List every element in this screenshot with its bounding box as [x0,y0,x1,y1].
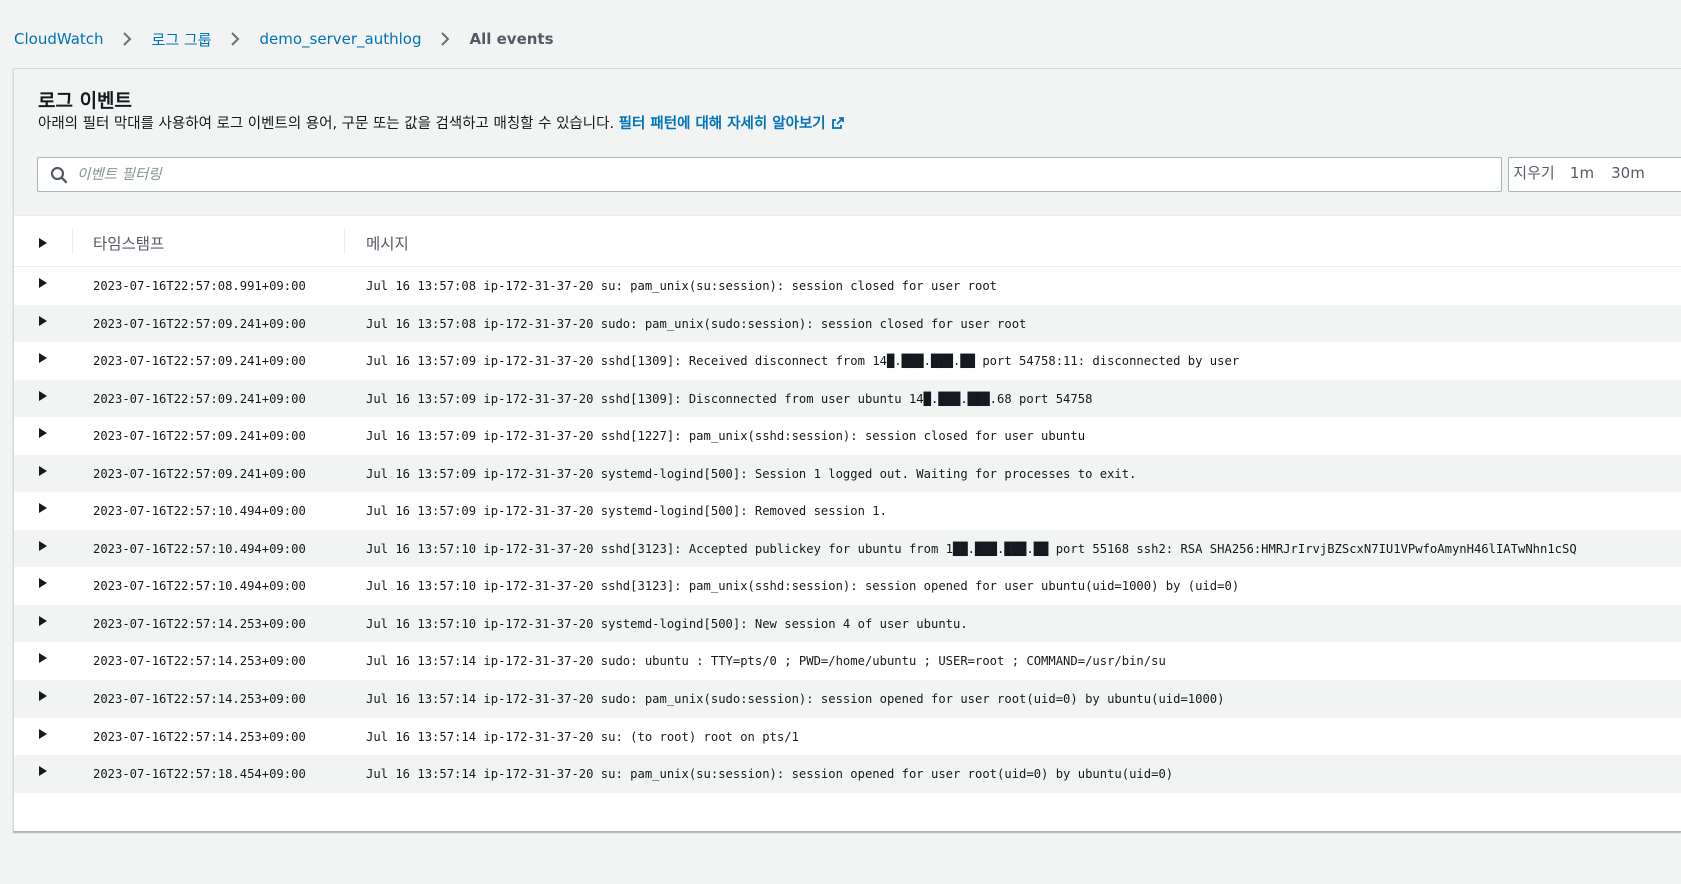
table-row[interactable]: 2023-07-16T22:57:09.241+09:00 Jul 16 13:5… [14,417,1681,455]
panel-description: 아래의 필터 막대를 사용하여 로그 이벤트의 용어, 구문 또는 값을 검색하… [38,112,845,134]
help-link-label: 필터 패턴에 대해 자세히 알아보기 [618,116,826,132]
table-row[interactable]: 2023-07-16T22:57:14.253+09:00 Jul 16 13:5… [14,642,1681,680]
event-message: Jul 16 13:57:10 ip-172-31-37-20 sshd[312… [366,541,1577,556]
event-message: Jul 16 13:57:14 ip-172-31-37-20 sudo: ub… [366,654,1166,669]
event-message: Jul 16 13:57:14 ip-172-31-37-20 su: (to … [366,729,799,744]
expand-row-caret-icon[interactable] [38,765,48,777]
expand-row-caret-icon[interactable] [38,652,48,664]
event-message: Jul 16 13:57:09 ip-172-31-37-20 sshd[130… [366,391,1093,406]
table-row[interactable]: 2023-07-16T22:57:09.241+09:00 Jul 16 13:5… [14,342,1681,380]
table-row[interactable]: 2023-07-16T22:57:14.253+09:00 Jul 16 13:5… [14,604,1681,643]
time-range-selector: 지우기 1m 30m [1508,157,1681,192]
event-message: Jul 16 13:57:08 ip-172-31-37-20 su: pam_… [366,279,998,293]
event-message: Jul 16 13:57:10 ip-172-31-37-20 systemd-… [366,616,968,631]
breadcrumb-current: All events [469,30,554,48]
table-row[interactable]: 2023-07-16T22:57:18.454+09:00 Jul 16 13:5… [14,755,1681,793]
range-1m-button[interactable]: 1m [1559,158,1605,191]
column-divider [72,228,73,254]
expand-row-caret-icon[interactable] [38,390,48,402]
event-timestamp: 2023-07-16T22:57:14.253+09:00 [93,729,306,744]
expand-row-caret-icon[interactable] [38,427,48,439]
table-header: 타임스탬프 메시지 [14,215,1681,267]
log-events-table: 2023-07-16T22:57:08.991+09:00 Jul 16 13:5… [14,267,1681,793]
event-message: Jul 16 13:57:14 ip-172-31-37-20 sudo: pa… [366,692,1225,707]
event-message: Jul 16 13:57:09 ip-172-31-37-20 systemd-… [366,466,1137,481]
search-icon [50,166,68,184]
table-row[interactable]: 2023-07-16T22:57:14.253+09:00 Jul 16 13:5… [14,680,1681,718]
event-filter-input[interactable] [77,159,1457,190]
event-timestamp: 2023-07-16T22:57:09.241+09:00 [93,354,306,369]
event-message: Jul 16 13:57:09 ip-172-31-37-20 sshd[122… [366,429,1086,444]
event-timestamp: 2023-07-16T22:57:10.494+09:00 [93,579,306,594]
chevron-right-icon [116,28,140,50]
event-filter-search [37,157,1502,192]
event-timestamp: 2023-07-16T22:57:18.454+09:00 [93,767,306,782]
page-title: 로그 이벤트 [38,90,133,112]
breadcrumb: CloudWatch 로그 그룹 demo_server_authlog All… [14,28,554,50]
clear-range-button[interactable]: 지우기 [1509,158,1559,191]
event-timestamp: 2023-07-16T22:57:09.241+09:00 [93,466,306,481]
event-timestamp: 2023-07-16T22:57:09.241+09:00 [93,316,306,331]
range-30m-button[interactable]: 30m [1605,158,1651,191]
event-timestamp: 2023-07-16T22:57:10.494+09:00 [93,504,306,519]
external-link-icon [831,116,845,134]
panel-header: 로그 이벤트 아래의 필터 막대를 사용하여 로그 이벤트의 용어, 구문 또는… [14,69,1681,215]
expand-row-caret-icon[interactable] [38,277,48,289]
event-message: Jul 16 13:57:08 ip-172-31-37-20 sudo: pa… [366,316,1027,331]
event-timestamp: 2023-07-16T22:57:14.253+09:00 [93,616,306,631]
log-events-panel: 로그 이벤트 아래의 필터 막대를 사용하여 로그 이벤트의 용어, 구문 또는… [13,68,1681,832]
expand-row-caret-icon[interactable] [38,502,48,514]
expand-row-caret-icon[interactable] [38,352,48,364]
column-divider[interactable] [344,228,345,254]
event-timestamp: 2023-07-16T22:57:08.991+09:00 [93,279,306,293]
table-row[interactable]: 2023-07-16T22:57:09.241+09:00 Jul 16 13:5… [14,454,1681,493]
event-timestamp: 2023-07-16T22:57:10.494+09:00 [93,541,306,556]
expand-row-caret-icon[interactable] [38,577,48,589]
chevron-right-icon [434,28,458,50]
table-row[interactable]: 2023-07-16T22:57:10.494+09:00 Jul 16 13:5… [14,492,1681,530]
table-row[interactable]: 2023-07-16T22:57:09.241+09:00 Jul 16 13:5… [14,379,1681,418]
event-message: Jul 16 13:57:09 ip-172-31-37-20 sshd[130… [366,354,1240,369]
expand-row-caret-icon[interactable] [38,465,48,477]
expand-all-caret-icon[interactable] [38,234,48,248]
expand-row-caret-icon[interactable] [38,615,48,627]
column-header-timestamp[interactable]: 타임스탬프 [93,232,164,254]
breadcrumb-cloudwatch[interactable]: CloudWatch [14,30,104,48]
table-row[interactable]: 2023-07-16T22:57:10.494+09:00 Jul 16 13:5… [14,567,1681,605]
event-timestamp: 2023-07-16T22:57:14.253+09:00 [93,654,306,669]
table-row[interactable]: 2023-07-16T22:57:14.253+09:00 Jul 16 13:5… [14,718,1681,756]
table-row[interactable]: 2023-07-16T22:57:09.241+09:00 Jul 16 13:5… [14,304,1681,343]
event-timestamp: 2023-07-16T22:57:09.241+09:00 [93,429,306,444]
expand-row-caret-icon[interactable] [38,315,48,327]
breadcrumb-log-groups[interactable]: 로그 그룹 [152,29,212,50]
filter-pattern-help-link[interactable]: 필터 패턴에 대해 자세히 알아보기 [619,116,845,132]
chevron-right-icon [224,28,248,50]
event-message: Jul 16 13:57:10 ip-172-31-37-20 sshd[312… [366,579,1240,594]
expand-row-caret-icon[interactable] [38,540,48,552]
table-row[interactable]: 2023-07-16T22:57:10.494+09:00 Jul 16 13:5… [14,529,1681,568]
event-message: Jul 16 13:57:14 ip-172-31-37-20 su: pam_… [366,767,1174,782]
expand-row-caret-icon[interactable] [38,690,48,702]
table-row[interactable]: 2023-07-16T22:57:08.991+09:00 Jul 16 13:5… [14,267,1681,305]
column-header-message[interactable]: 메시지 [366,232,409,254]
description-text: 아래의 필터 막대를 사용하여 로그 이벤트의 용어, 구문 또는 값을 검색하… [38,116,615,132]
expand-row-caret-icon[interactable] [38,728,48,740]
breadcrumb-log-group-name[interactable]: demo_server_authlog [260,30,422,48]
event-timestamp: 2023-07-16T22:57:14.253+09:00 [93,692,306,707]
event-message: Jul 16 13:57:09 ip-172-31-37-20 systemd-… [366,504,887,519]
event-timestamp: 2023-07-16T22:57:09.241+09:00 [93,391,306,406]
